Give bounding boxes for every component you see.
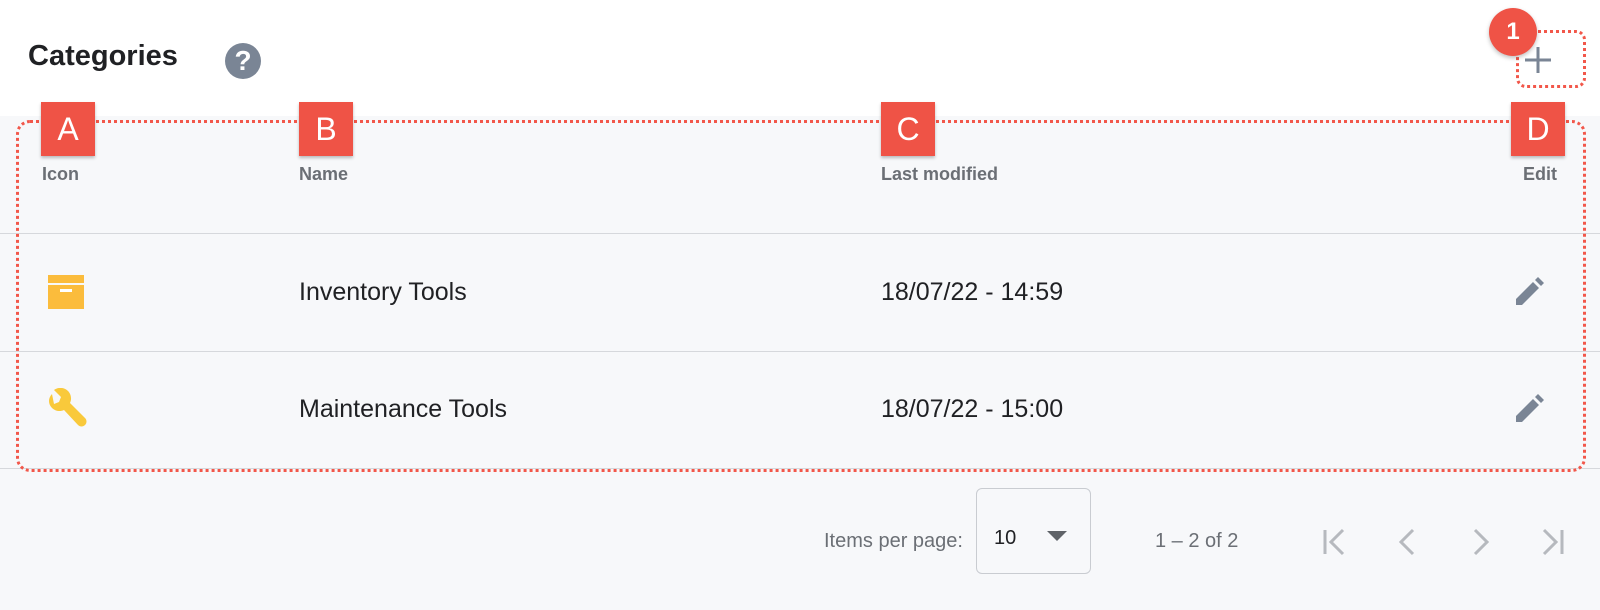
items-per-page-select[interactable]: 10 [976, 488, 1091, 574]
items-per-page-value: 10 [994, 527, 1017, 549]
annotation-badge-b: B [299, 102, 353, 156]
page-range-label: 1 – 2 of 2 [1155, 530, 1239, 552]
paginator: Items per page: 10 1 – 2 of 2 [0, 470, 1600, 610]
first-page-icon [1323, 528, 1345, 556]
chevron-right-icon [1473, 528, 1490, 556]
last-page-button[interactable] [1532, 522, 1572, 562]
last-page-icon [1542, 528, 1564, 556]
items-per-page-label: Items per page: [824, 530, 963, 552]
annotation-badge-a: A [41, 102, 95, 156]
previous-page-button[interactable] [1388, 522, 1428, 562]
first-page-button[interactable] [1315, 522, 1355, 562]
chevron-left-icon [1398, 528, 1415, 556]
annotation-badge-c: C [881, 102, 935, 156]
table-highlight [16, 120, 1586, 472]
page-header: Categories ? [0, 0, 1600, 116]
annotation-badge-d: D [1511, 102, 1565, 156]
annotation-badge-1: 1 [1489, 8, 1537, 56]
caret-down-icon [1047, 531, 1067, 541]
next-page-button[interactable] [1460, 522, 1500, 562]
page-title: Categories [28, 40, 178, 72]
help-icon[interactable]: ? [225, 43, 261, 79]
